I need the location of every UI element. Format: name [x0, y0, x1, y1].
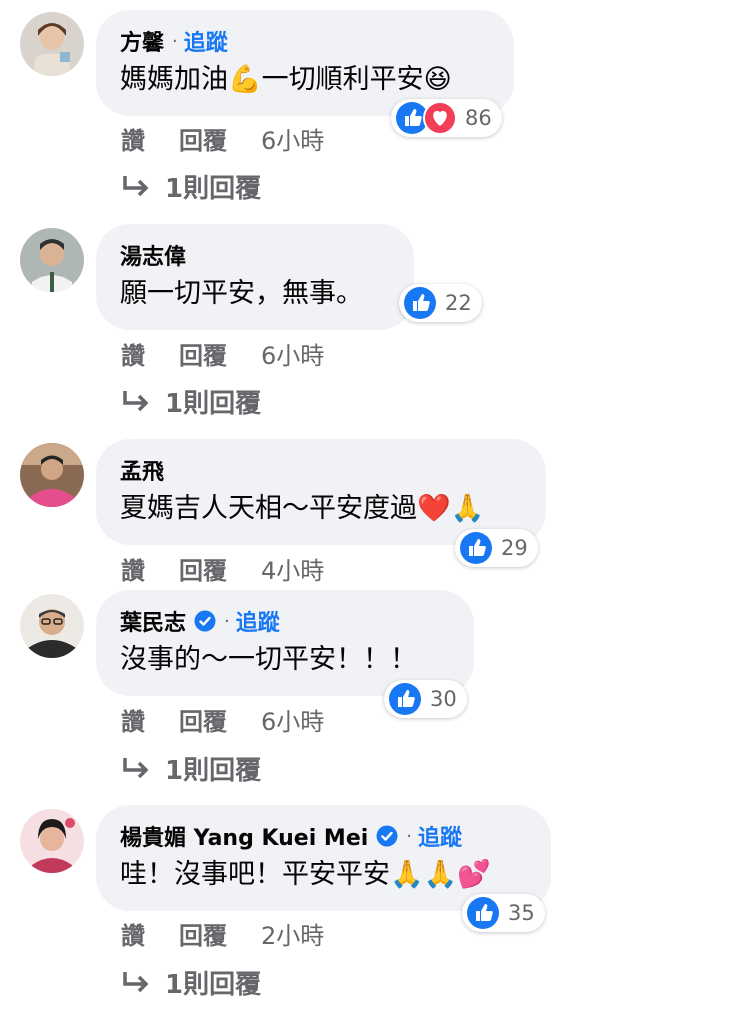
- reply-button[interactable]: 回覆: [179, 916, 227, 951]
- avatar[interactable]: [20, 594, 84, 658]
- like-reaction-icon: [460, 532, 492, 564]
- reaction-count: 35: [508, 901, 535, 925]
- reply-button[interactable]: 回覆: [179, 336, 227, 371]
- view-replies[interactable]: 1則回覆: [121, 168, 261, 205]
- like-button[interactable]: 讚: [121, 336, 145, 371]
- reaction-summary[interactable]: 22: [399, 284, 482, 322]
- reply-button[interactable]: 回覆: [179, 121, 227, 156]
- timestamp[interactable]: 4小時: [261, 551, 324, 586]
- comment-actions: 讚 回覆 4小時: [121, 551, 358, 586]
- avatar[interactable]: [20, 12, 84, 76]
- comment-actions: 讚 回覆 6小時: [121, 336, 358, 371]
- reaction-count: 30: [430, 687, 457, 711]
- comment-text: 哇！沒事吧！平安平安🙏🙏💕: [120, 859, 491, 890]
- reaction-count: 86: [465, 106, 492, 130]
- view-replies[interactable]: 1則回覆: [121, 750, 261, 787]
- follow-button[interactable]: 追蹤: [184, 25, 228, 57]
- author-name[interactable]: 葉民志: [120, 605, 186, 637]
- like-button[interactable]: 讚: [121, 702, 145, 737]
- reaction-summary[interactable]: 29: [455, 529, 538, 567]
- reply-arrow-icon: [123, 971, 149, 992]
- separator-dot: ·: [406, 825, 413, 847]
- avatar[interactable]: [20, 228, 84, 292]
- author-name[interactable]: 孟飛: [120, 454, 164, 486]
- reaction-count: 29: [501, 536, 528, 560]
- like-button[interactable]: 讚: [121, 121, 145, 156]
- comment-text: 沒事的～一切平安！！！: [120, 644, 417, 675]
- reaction-summary[interactable]: 35: [462, 894, 545, 932]
- comment-text: 願一切平安，無事。: [120, 278, 363, 309]
- timestamp[interactable]: 6小時: [261, 336, 324, 371]
- author-name[interactable]: 方馨: [120, 25, 164, 57]
- comment-bubble: 湯志偉 願一切平安，無事。: [96, 224, 414, 330]
- reply-button[interactable]: 回覆: [179, 551, 227, 586]
- timestamp[interactable]: 2小時: [261, 916, 324, 951]
- like-reaction-icon: [389, 683, 421, 715]
- author-name[interactable]: 楊貴媚 Yang Kuei Mei: [120, 820, 368, 852]
- timestamp[interactable]: 6小時: [261, 121, 324, 156]
- like-reaction-icon: [404, 287, 436, 319]
- comment-actions: 讚 回覆 6小時: [121, 121, 358, 156]
- reply-arrow-icon: [123, 390, 149, 411]
- comment-actions: 讚 回覆 6小時: [121, 702, 358, 737]
- replies-label[interactable]: 1則回覆: [165, 383, 261, 420]
- reaction-count: 22: [445, 291, 472, 315]
- comment-actions: 讚 回覆 2小時: [121, 916, 358, 951]
- comment-text: 夏媽吉人天相～平安度過❤️🙏: [120, 493, 485, 524]
- reaction-summary[interactable]: 30: [384, 680, 467, 718]
- verified-badge-icon: [194, 610, 216, 632]
- like-reaction-icon: [467, 897, 499, 929]
- separator-dot: ·: [224, 610, 230, 632]
- replies-label[interactable]: 1則回覆: [165, 750, 261, 787]
- timestamp[interactable]: 6小時: [261, 702, 324, 737]
- love-reaction-icon: [423, 101, 457, 135]
- verified-badge-icon: [376, 825, 398, 847]
- separator-dot: ·: [172, 30, 178, 52]
- reply-button[interactable]: 回覆: [179, 702, 227, 737]
- avatar[interactable]: [20, 443, 84, 507]
- view-replies[interactable]: 1則回覆: [121, 383, 261, 420]
- reply-arrow-icon: [123, 757, 149, 778]
- comment-text: 媽媽加油💪一切順利平安😆: [120, 64, 452, 95]
- like-button[interactable]: 讚: [121, 551, 145, 586]
- follow-button[interactable]: 追蹤: [236, 605, 280, 637]
- follow-button[interactable]: 追蹤: [418, 820, 462, 852]
- replies-label[interactable]: 1則回覆: [165, 964, 261, 1001]
- reaction-summary[interactable]: 86: [391, 99, 502, 137]
- reply-arrow-icon: [123, 175, 149, 196]
- like-button[interactable]: 讚: [121, 916, 145, 951]
- author-name[interactable]: 湯志偉: [120, 239, 186, 271]
- replies-label[interactable]: 1則回覆: [165, 168, 261, 205]
- view-replies[interactable]: 1則回覆: [121, 964, 261, 1001]
- avatar[interactable]: [20, 809, 84, 873]
